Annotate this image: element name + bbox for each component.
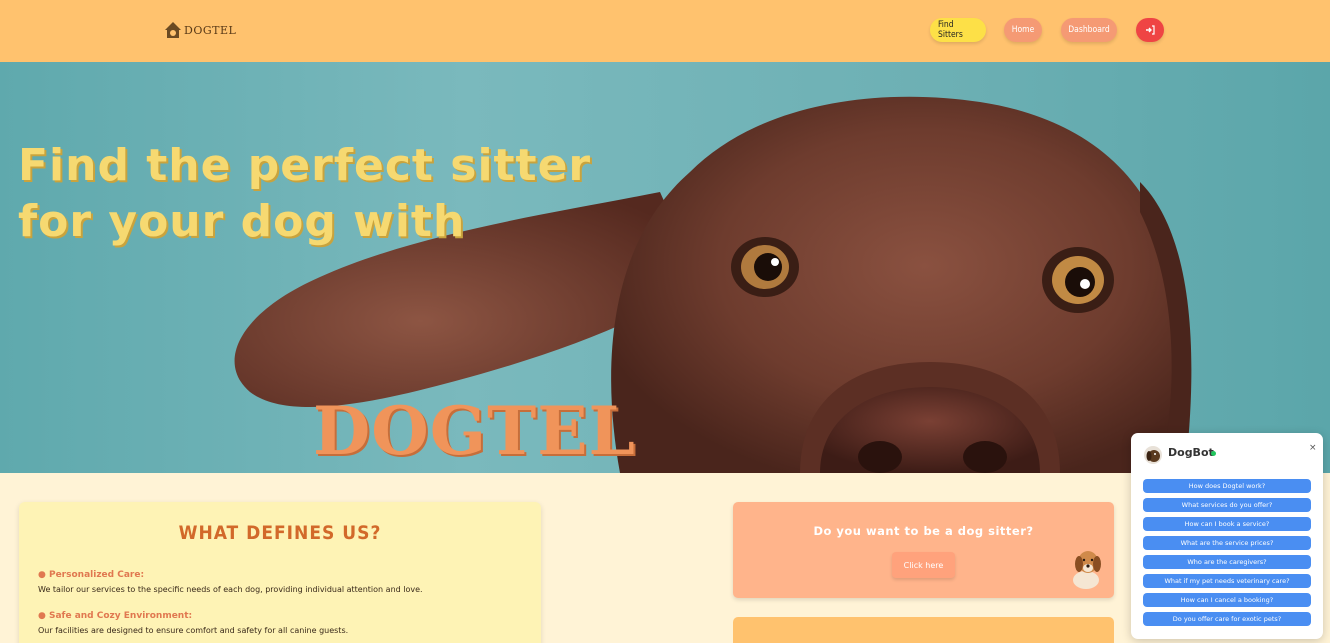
home-button[interactable]: Home xyxy=(1004,18,1042,42)
hero-brand-name: DOGTEL xyxy=(313,392,636,470)
puppy-illustration xyxy=(1073,551,1101,589)
feature-title: ● Safe and Cozy Environment: xyxy=(38,611,193,621)
hero-headline-line2: for your dog with xyxy=(18,196,466,247)
what-defines-us-card: WHAT DEFINES US? ● Personalized Care: We… xyxy=(19,502,541,643)
feature-description: We tailor our services to the specific n… xyxy=(38,585,423,594)
click-here-button[interactable]: Click here xyxy=(892,552,955,578)
close-chat-button[interactable]: × xyxy=(1309,443,1317,453)
chat-option-button[interactable]: How does Dogtel work? xyxy=(1143,479,1311,493)
chat-option-button[interactable]: Who are the caregivers? xyxy=(1143,555,1311,569)
become-sitter-card: Do you want to be a dog sitter? Click he… xyxy=(733,502,1114,598)
chat-option-button[interactable]: How can I book a service? xyxy=(1143,517,1311,531)
hero-headline-line1: Find the perfect sitter xyxy=(18,140,592,191)
about-title: WHAT DEFINES US? xyxy=(178,522,382,544)
dog-photo xyxy=(234,96,1192,473)
hero-banner: Find the perfect sitter for your dog wit… xyxy=(0,62,1330,473)
dogbot-avatar-icon xyxy=(1144,446,1162,464)
second-cta-card xyxy=(733,617,1114,643)
find-sitters-button[interactable]: Find Sitters xyxy=(930,18,986,42)
dogbot-chat-widget: DogBot × How does Dogtel work? What serv… xyxy=(1131,433,1323,639)
house-dog-icon xyxy=(165,22,181,38)
logout-icon xyxy=(1146,25,1155,35)
top-navbar: DOGTEL Find Sitters Home Dashboard xyxy=(0,0,1330,62)
dashboard-button[interactable]: Dashboard xyxy=(1061,18,1117,42)
feature-title: ● Personalized Care: xyxy=(38,570,145,580)
chat-option-button[interactable]: Do you offer care for exotic pets? xyxy=(1143,612,1311,626)
chat-option-button[interactable]: What if my pet needs veterinary care? xyxy=(1143,574,1311,588)
chat-option-button[interactable]: What are the service prices? xyxy=(1143,536,1311,550)
sitter-question: Do you want to be a dog sitter? xyxy=(813,524,1034,538)
logout-button[interactable] xyxy=(1136,18,1164,42)
feature-description: Our facilities are designed to ensure co… xyxy=(38,626,349,635)
chat-option-button[interactable]: What services do you offer? xyxy=(1143,498,1311,512)
chat-option-button[interactable]: How can I cancel a booking? xyxy=(1143,593,1311,607)
dogtel-logo[interactable]: DOGTEL xyxy=(164,20,236,40)
dogbot-name: DogBot xyxy=(1168,446,1214,459)
online-status-dot xyxy=(1211,451,1216,456)
logo-text: DOGTEL xyxy=(184,23,237,37)
